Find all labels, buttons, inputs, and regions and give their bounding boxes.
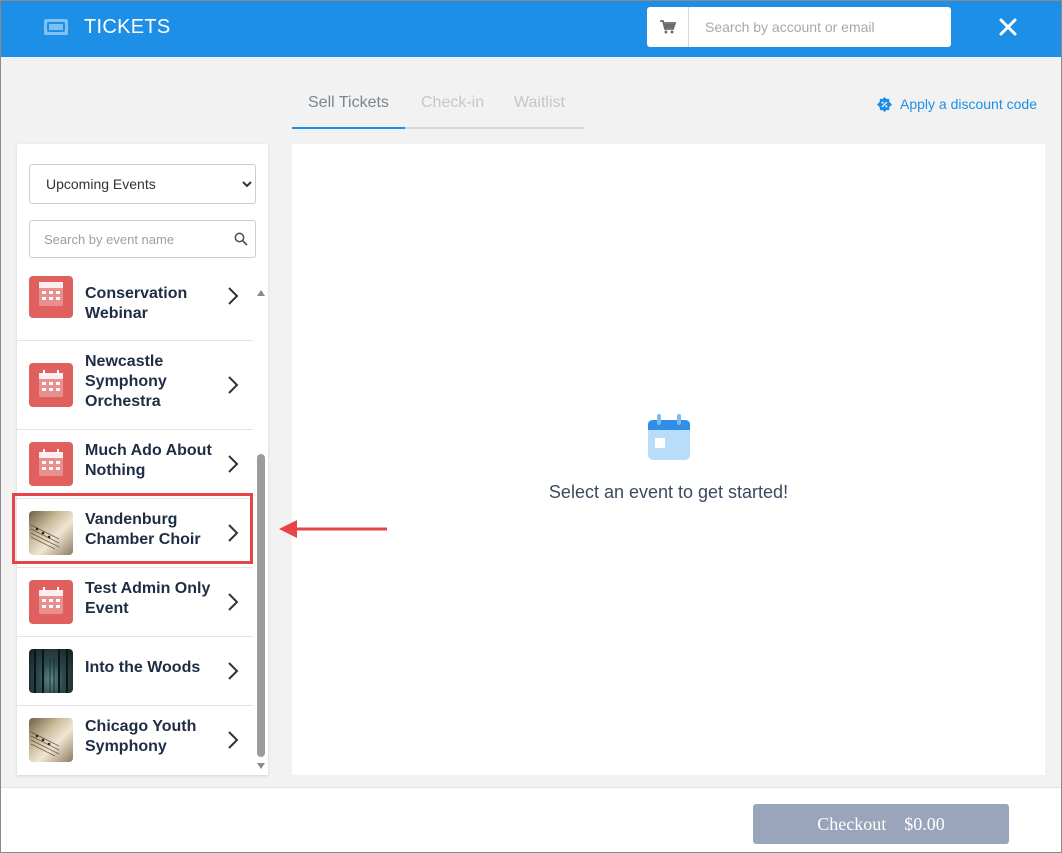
sheet-music-thumbnail (29, 718, 73, 762)
checkout-button[interactable]: Checkout $0.00 (753, 804, 1009, 844)
app-title: TICKETS (84, 16, 171, 38)
tickets-window: TICKETS Sell Tickets Check-in Waitlist (0, 0, 1062, 853)
event-item-much-ado-about-nothing[interactable]: Much Ado About Nothing (17, 430, 253, 499)
search-icon[interactable] (234, 232, 248, 246)
scroll-up-arrow[interactable] (257, 290, 265, 296)
calendar-icon (29, 276, 73, 318)
highlight-box (12, 493, 253, 564)
chevron-right-icon (228, 662, 239, 680)
active-tab-indicator (292, 127, 405, 129)
event-list-scrollbar[interactable] (257, 454, 265, 757)
calendar-icon (29, 363, 73, 407)
tab-sell-tickets[interactable]: Sell Tickets (308, 94, 389, 112)
discount-badge-icon (877, 96, 892, 112)
event-filter-select[interactable]: Upcoming Events (29, 164, 256, 204)
chevron-right-icon (228, 731, 239, 749)
checkout-footer: Checkout $0.00 (1, 787, 1061, 852)
account-search-input[interactable] (690, 7, 948, 47)
event-name: Conservation Webinar (85, 285, 188, 322)
cart-button[interactable] (647, 7, 689, 47)
event-item-chicago-youth-symphony[interactable]: Chicago Youth Symphony (17, 706, 253, 775)
event-name: Chicago Youth Symphony (85, 718, 197, 755)
calendar-icon (29, 580, 73, 624)
event-detail-panel: Select an event to get started! (292, 144, 1045, 775)
chevron-right-icon (228, 376, 239, 394)
close-icon[interactable] (996, 15, 1020, 39)
event-name: Much Ado About Nothing (85, 442, 212, 479)
forest-thumbnail (29, 649, 73, 693)
event-name: Test Admin Only Event (85, 580, 211, 617)
tab-bar: Sell Tickets Check-in Waitlist (292, 85, 584, 129)
event-item-test-admin-only-event[interactable]: Test Admin Only Event (17, 568, 253, 637)
empty-state-message: Select an event to get started! (548, 482, 789, 502)
pointer-arrow-icon (279, 520, 387, 538)
cart-icon (659, 20, 676, 34)
event-sidebar: Upcoming Events Conservation Webinar (17, 144, 268, 775)
app-header: TICKETS (1, 1, 1061, 57)
chevron-right-icon (228, 455, 239, 473)
chevron-right-icon (228, 593, 239, 611)
event-item-conservation-webinar[interactable]: Conservation Webinar (17, 275, 253, 341)
tab-waitlist[interactable]: Waitlist (514, 94, 565, 112)
event-search-input[interactable] (30, 221, 225, 257)
apply-discount-link[interactable]: Apply a discount code (877, 96, 1037, 112)
scroll-down-arrow[interactable] (257, 763, 265, 769)
event-item-newcastle-symphony-orchestra[interactable]: Newcastle Symphony Orchestra (17, 341, 253, 430)
calendar-icon (648, 414, 690, 460)
event-name: Into the Woods (85, 659, 201, 676)
calendar-icon (29, 442, 73, 486)
chevron-right-icon (228, 287, 239, 305)
checkout-total: $0.00 (904, 813, 945, 834)
checkout-label: Checkout (817, 813, 887, 834)
ticket-icon (44, 19, 68, 35)
tab-check-in[interactable]: Check-in (421, 94, 484, 112)
event-search (29, 220, 256, 258)
apply-discount-label: Apply a discount code (900, 96, 1037, 112)
event-item-into-the-woods[interactable]: Into the Woods (17, 637, 253, 706)
event-name: Newcastle Symphony Orchestra (85, 353, 167, 410)
account-search (647, 7, 951, 47)
